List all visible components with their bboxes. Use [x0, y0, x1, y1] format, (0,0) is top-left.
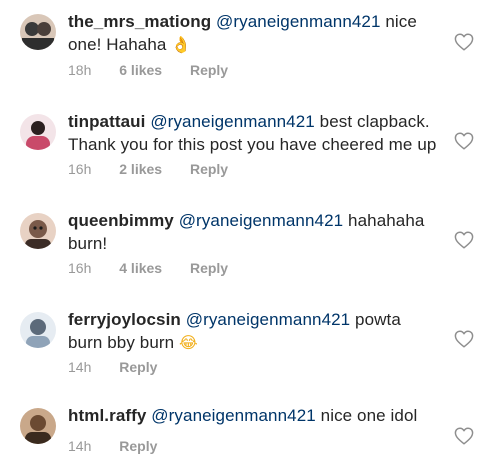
avatar[interactable] — [20, 114, 56, 150]
comment-meta: 18h 6 likes Reply — [68, 62, 252, 78]
avatar[interactable] — [20, 14, 56, 50]
comment-likes[interactable]: 4 likes — [119, 260, 162, 276]
heart-icon[interactable] — [454, 132, 474, 150]
comment-mention[interactable]: @ryaneigenmann421 — [216, 12, 381, 31]
reply-button[interactable]: Reply — [190, 62, 228, 78]
comment-mention[interactable]: @ryaneigenmann421 — [151, 406, 316, 425]
ok-hand-icon: 👌 — [171, 35, 192, 54]
comment-body: ferryjoylocsin @ryaneigenmann421 powta b… — [68, 308, 440, 354]
comment-time: 14h — [68, 438, 92, 454]
comment-time: 16h — [68, 161, 92, 177]
comment-meta: 14h Reply — [68, 359, 181, 375]
comment-username[interactable]: html.raffy — [68, 406, 146, 425]
heart-icon[interactable] — [454, 427, 474, 445]
comment-body: queenbimmy @ryaneigenmann421 hahahaha bu… — [68, 209, 440, 255]
comment-username[interactable]: ferryjoylocsin — [68, 310, 181, 329]
reply-button[interactable]: Reply — [190, 260, 228, 276]
avatar[interactable] — [20, 213, 56, 249]
comment-meta: 16h 4 likes Reply — [68, 260, 252, 276]
comment-mention[interactable]: @ryaneigenmann421 — [150, 112, 315, 131]
heart-icon[interactable] — [454, 231, 474, 249]
heart-icon[interactable] — [454, 330, 474, 348]
comment-mention[interactable]: @ryaneigenmann421 — [179, 211, 344, 230]
reply-button[interactable]: Reply — [119, 359, 157, 375]
comment-username[interactable]: the_mrs_mationg — [68, 12, 211, 31]
comment-body: the_mrs_mationg @ryaneigenmann421 nice o… — [68, 10, 440, 56]
comment-text: nice one idol — [315, 406, 418, 425]
tears-of-joy-icon: 😂 — [179, 333, 198, 352]
comment-username[interactable]: queenbimmy — [68, 211, 174, 230]
comment-body: html.raffy @ryaneigenmann421 nice one id… — [68, 404, 440, 427]
avatar[interactable] — [20, 408, 56, 444]
comment-time: 18h — [68, 62, 92, 78]
heart-icon[interactable] — [454, 33, 474, 51]
reply-button[interactable]: Reply — [119, 438, 157, 454]
avatar[interactable] — [20, 312, 56, 348]
comment-likes[interactable]: 6 likes — [119, 62, 162, 78]
comment-body: tinpattaui @ryaneigenmann421 best clapba… — [68, 110, 440, 156]
comment-likes[interactable]: 2 likes — [119, 161, 162, 177]
comment-meta: 16h 2 likes Reply — [68, 161, 252, 177]
comment-username[interactable]: tinpattaui — [68, 112, 146, 131]
comment-mention[interactable]: @ryaneigenmann421 — [186, 310, 351, 329]
comment-meta: 14h Reply — [68, 438, 181, 454]
comment-time: 16h — [68, 260, 92, 276]
comment-time: 14h — [68, 359, 92, 375]
reply-button[interactable]: Reply — [190, 161, 228, 177]
